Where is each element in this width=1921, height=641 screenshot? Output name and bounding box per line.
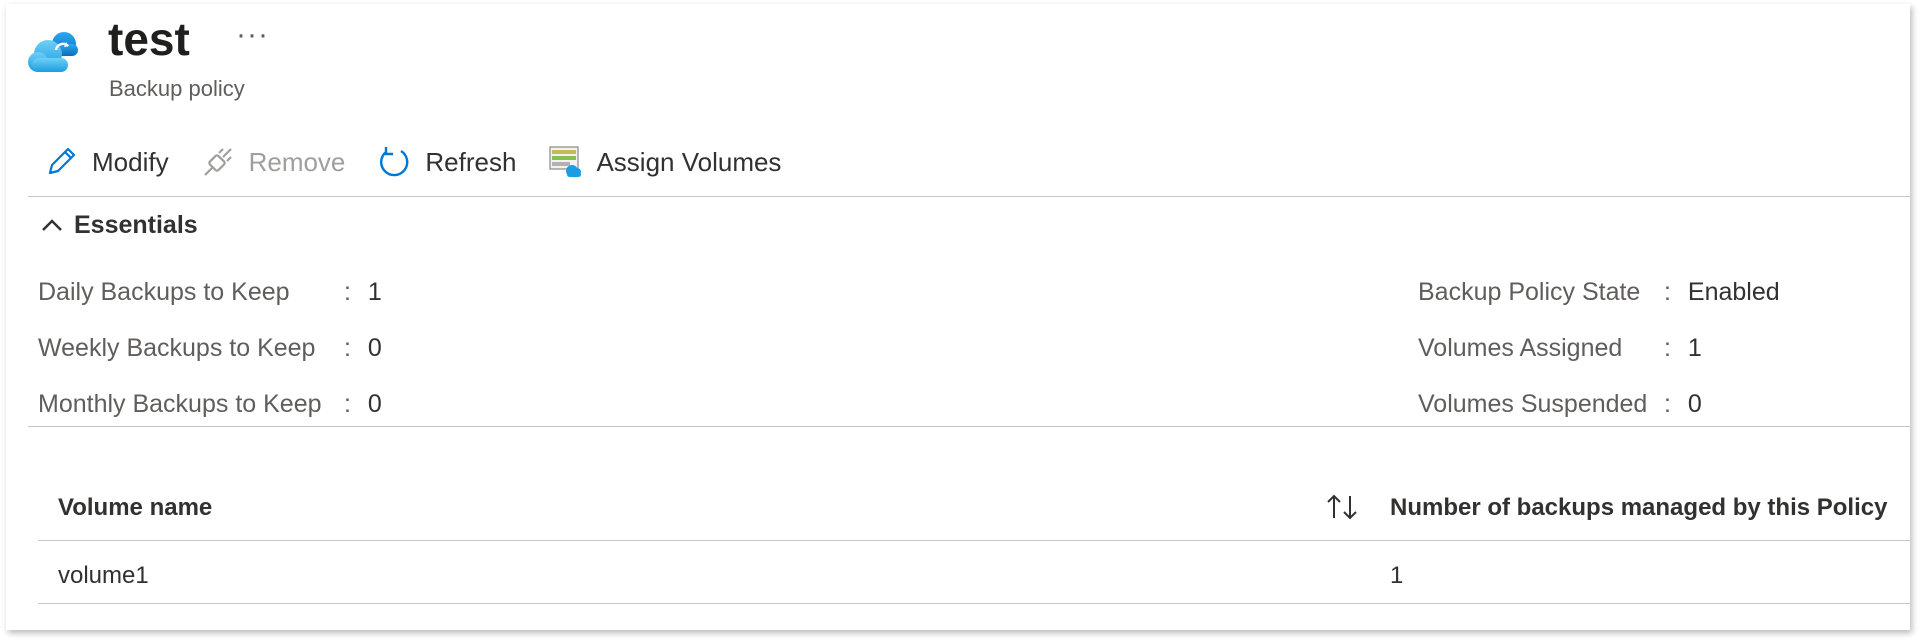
table-cell-backup-count: 1 <box>1390 562 1404 589</box>
field-value: 0 <box>367 390 382 418</box>
field-value: 1 <box>367 278 382 306</box>
remove-label: Remove <box>248 146 346 177</box>
column-header-backup-count[interactable]: Number of backups managed by this Policy <box>1390 494 1887 522</box>
page-subtitle: Backup policy <box>109 76 245 101</box>
field-value: 0 <box>1687 390 1702 418</box>
essentials-field-volumes-assigned-value: : 1 <box>1664 334 1702 363</box>
pencil-icon <box>48 147 76 175</box>
field-label: Volumes Assigned <box>1418 334 1623 362</box>
chevron-up-icon <box>42 218 62 231</box>
essentials-field-policy-state: Backup Policy State <box>1418 278 1640 307</box>
table-cell-volume-name[interactable]: volume1 <box>58 562 149 590</box>
assign-volumes-label: Assign Volumes <box>596 146 782 177</box>
table-header-divider <box>38 540 1910 541</box>
field-label: Weekly Backups to Keep <box>38 334 316 362</box>
refresh-button[interactable]: Refresh <box>377 145 516 179</box>
page-title: test <box>108 13 190 65</box>
modify-button[interactable]: Modify <box>44 145 169 179</box>
field-label: Backup Policy State <box>1418 278 1641 306</box>
field-separator: : <box>1664 334 1671 362</box>
field-separator: : <box>344 334 351 362</box>
field-value: Enabled <box>1687 278 1780 306</box>
field-separator: : <box>344 390 351 418</box>
essentials-divider <box>28 426 1910 427</box>
backup-cloud-icon <box>28 28 80 74</box>
essentials-field-daily: Daily Backups to Keep <box>38 278 290 307</box>
essentials-field-daily-value: : 1 <box>344 278 382 307</box>
essentials-field-volumes-assigned: Volumes Assigned <box>1418 334 1622 363</box>
assign-volumes-icon <box>549 146 582 177</box>
command-bar: Modify Remove Refresh Assign Volumes <box>44 142 813 182</box>
toolbar-divider <box>28 196 1910 197</box>
essentials-field-weekly: Weekly Backups to Keep <box>38 334 315 363</box>
modify-label: Modify <box>92 146 169 177</box>
unplug-icon <box>203 148 232 176</box>
essentials-field-volumes-suspended-value: : 0 <box>1664 390 1702 419</box>
remove-button[interactable]: Remove <box>201 145 346 179</box>
field-label: Monthly Backups to Keep <box>38 390 322 418</box>
essentials-field-monthly-value: : 0 <box>344 390 382 419</box>
refresh-label: Refresh <box>425 146 517 177</box>
essentials-field-weekly-value: : 0 <box>344 334 382 363</box>
assign-volumes-button[interactable]: Assign Volumes <box>548 145 781 179</box>
essentials-field-policy-state-value: : Enabled <box>1664 278 1780 307</box>
essentials-field-monthly: Monthly Backups to Keep <box>38 390 322 419</box>
field-separator: : <box>1664 278 1671 306</box>
field-value: 1 <box>1687 334 1702 362</box>
more-options-button[interactable]: ··· <box>236 18 269 52</box>
page-card: test ··· Backup policy Modify Remove Ref… <box>6 4 1910 630</box>
sort-icon[interactable] <box>1324 492 1360 527</box>
refresh-icon <box>380 147 409 177</box>
field-separator: : <box>1664 390 1671 418</box>
field-value: 0 <box>367 334 382 362</box>
field-label: Volumes Suspended <box>1418 390 1648 418</box>
column-header-volume-name[interactable]: Volume name <box>58 494 212 522</box>
essentials-title: Essentials <box>74 211 198 239</box>
field-separator: : <box>344 278 351 306</box>
field-label: Daily Backups to Keep <box>38 278 290 306</box>
essentials-toggle[interactable]: Essentials <box>40 211 198 240</box>
table-row-divider <box>38 603 1910 604</box>
essentials-field-volumes-suspended: Volumes Suspended <box>1418 390 1647 419</box>
